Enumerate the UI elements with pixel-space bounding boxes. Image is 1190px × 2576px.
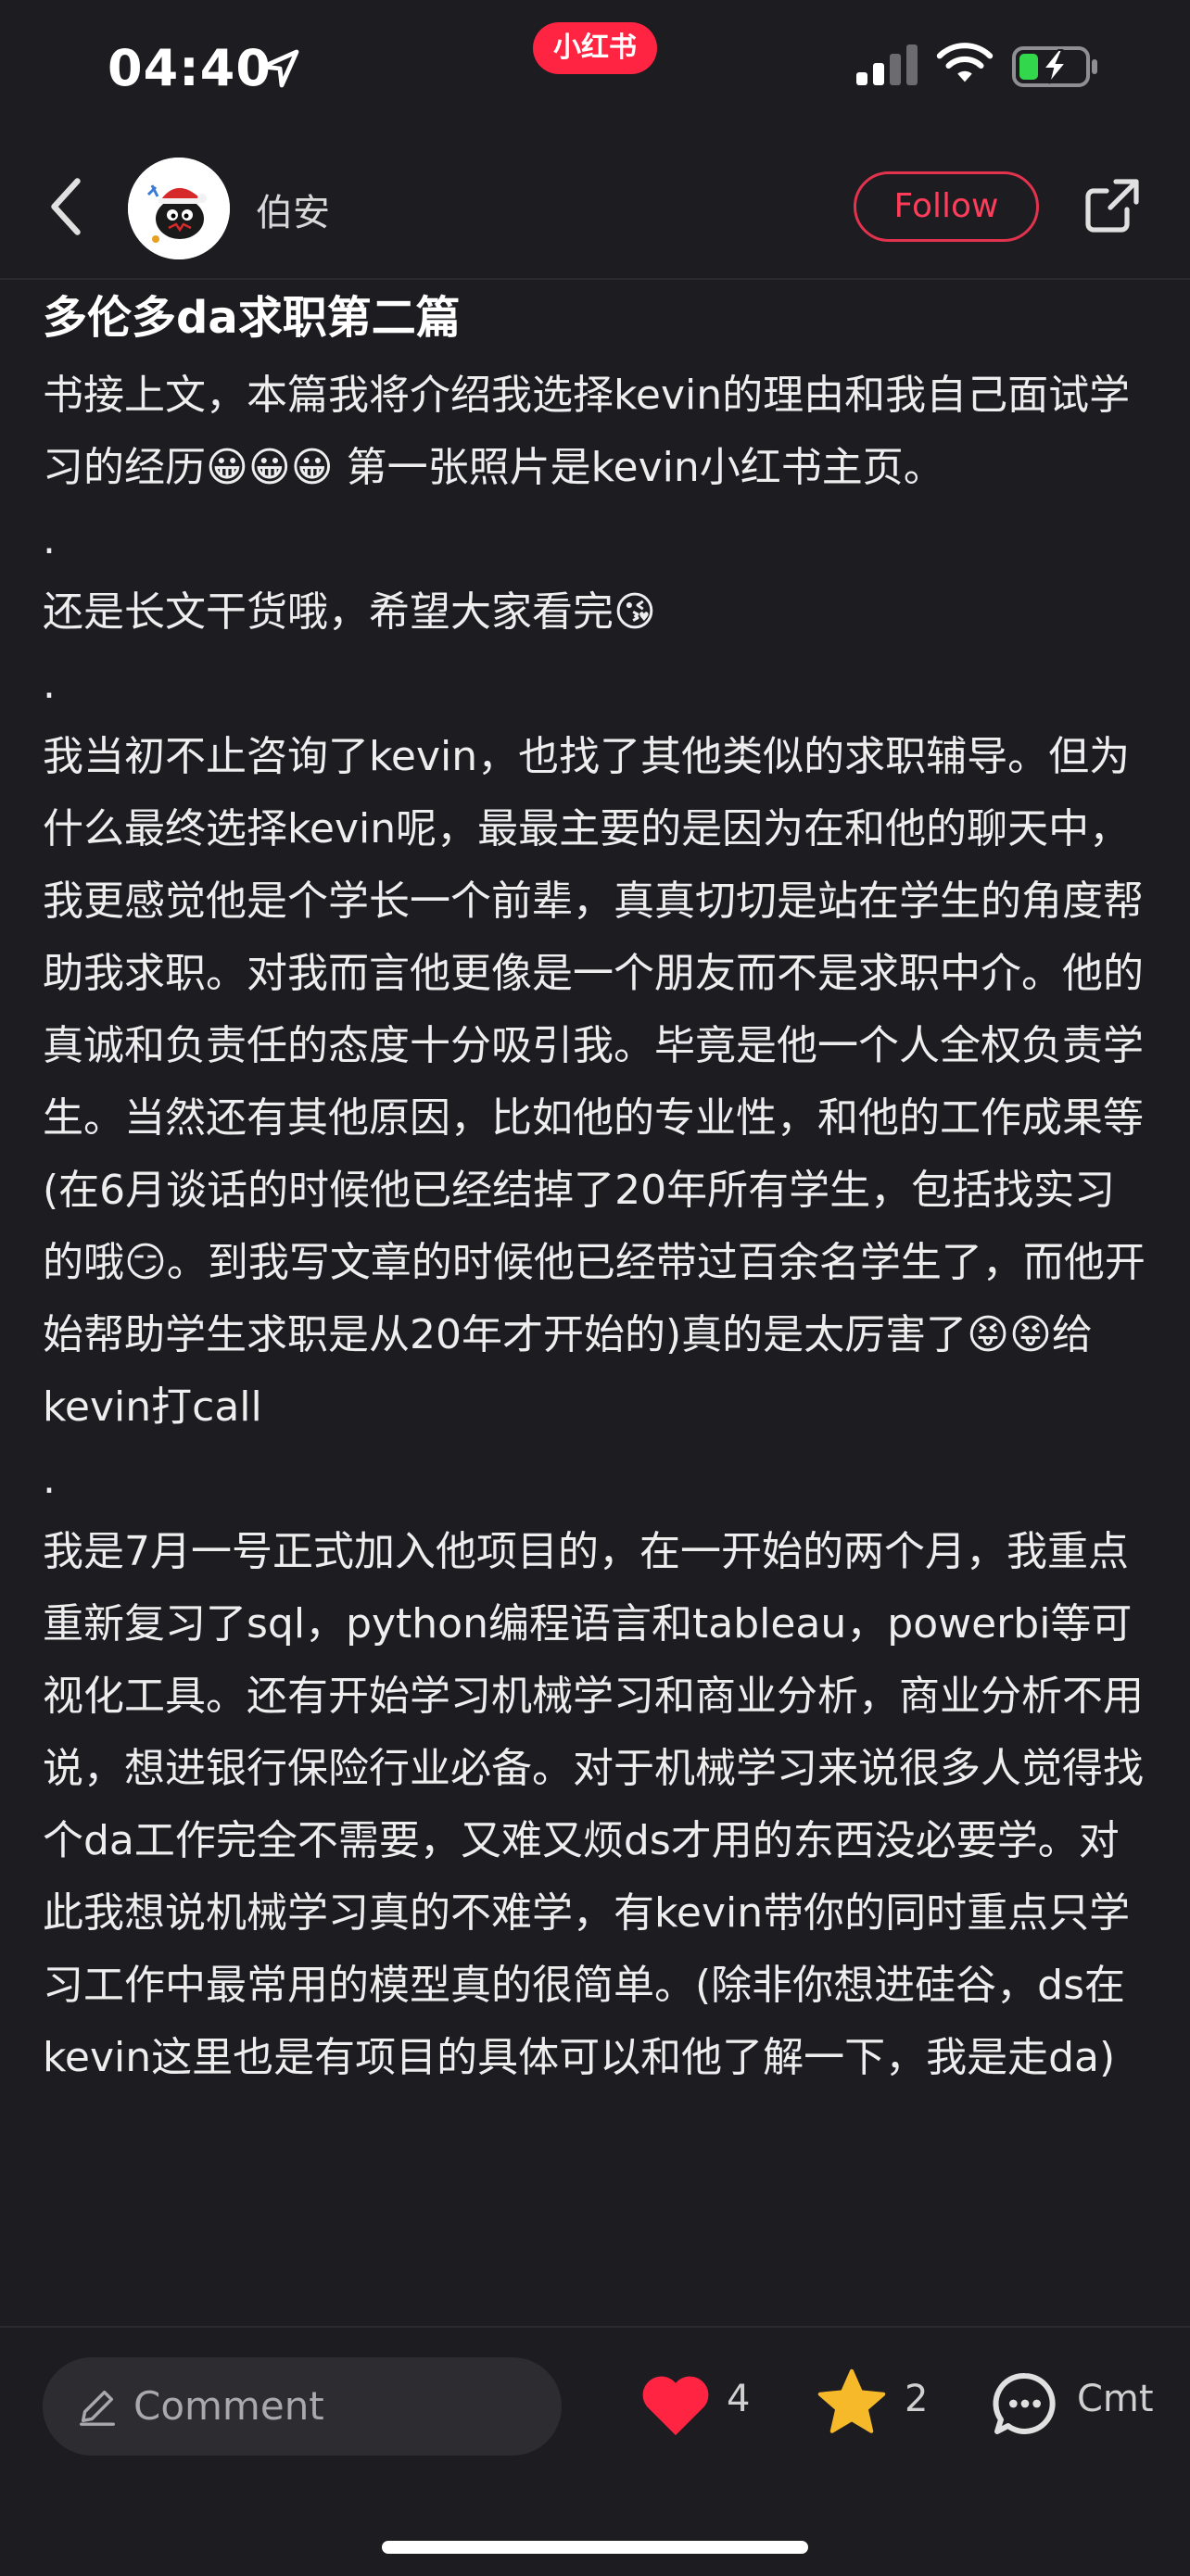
heart-icon[interactable] [638,2368,714,2439]
follow-button[interactable]: Follow [854,171,1039,242]
star-icon[interactable] [814,2365,890,2441]
author-avatar[interactable] [128,158,230,259]
comment-input[interactable]: Comment [43,2357,562,2456]
post-header: 伯安 Follow [0,139,1190,280]
comment-count-label[interactable]: Cmt [1077,2378,1154,2420]
like-count: 4 [727,2378,751,2420]
pencil-icon [80,2390,115,2426]
post-paragraph: 我当初不止咨询了kevin，也找了其他类似的求职辅导。但为什么最终选择kevin… [43,733,1144,1142]
share-icon[interactable] [1082,176,1142,235]
signal-icon [856,44,918,85]
collect-count: 2 [905,2378,929,2420]
comment-bubble-icon[interactable] [988,2367,1062,2441]
clock-time: 04:40 [108,39,272,97]
post-paragraph: . [43,1456,56,1503]
post-paragraph: . [43,661,56,708]
post-paragraph: 我是7月一号正式加入他项目的，在一开始的两个月，我重点重新复习了sql，pyth… [43,1528,1144,2081]
home-indicator [382,2541,808,2554]
avatar-illustration [128,158,230,259]
post-paragraph: 书接上文，本篇我将介绍我选择kevin的理由和我自己面试学习的经历😀😀😀 第一张… [43,372,1131,491]
battery-charging-icon [1012,46,1097,87]
status-bar: 04:40 小红书 [0,0,1190,139]
back-chevron-icon[interactable] [43,174,89,239]
post-paragraph: 还是长文干货哦，希望大家看完😘 [43,588,656,636]
author-name[interactable]: 伯安 [256,183,330,236]
comment-placeholder: Comment [133,2383,324,2429]
bottom-action-bar: Comment 4 2 Cmt [0,2326,1190,2576]
post-title: 多伦多da求职第二篇 [43,292,461,344]
app-badge[interactable]: 小红书 [533,22,657,74]
wifi-icon [936,43,994,82]
post-content: 多伦多da求职第二篇 书接上文，本篇我将介绍我选择kevin的理由和我自己面试学… [43,284,1155,2330]
location-arrow-icon [260,49,299,88]
post-paragraph: . [43,516,56,563]
post-paragraph: (在6月谈话的时候他已经结掉了20年所有学生，包括找实习的哦😏。到我写文章的时候… [43,1167,1146,1431]
